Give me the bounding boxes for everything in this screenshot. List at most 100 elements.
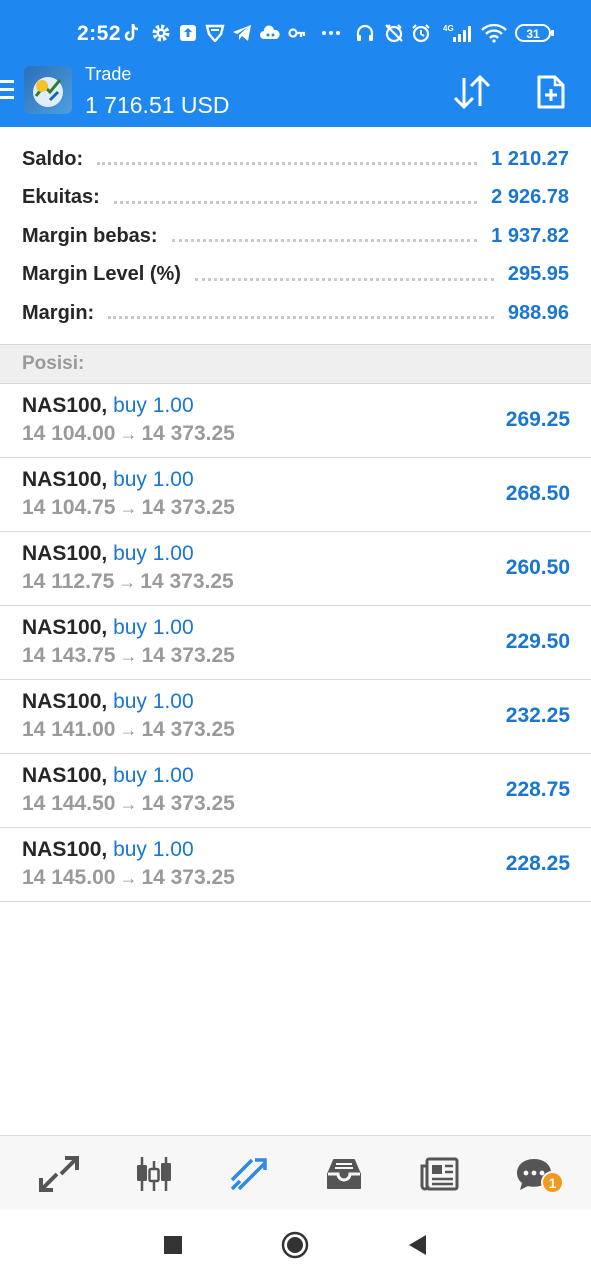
menu-icon[interactable] bbox=[0, 80, 14, 102]
summary-label: Saldo: bbox=[22, 147, 84, 170]
tab-trade[interactable] bbox=[200, 1136, 298, 1211]
page-title: Trade bbox=[85, 64, 132, 84]
summary-row-margin: Margin: 988.96 bbox=[0, 294, 591, 333]
sort-order-button[interactable] bbox=[450, 72, 494, 112]
tiktok-icon bbox=[122, 20, 142, 46]
position-title: NAS100, buy 1.00 bbox=[22, 542, 194, 566]
position-profit: 268.50 bbox=[505, 482, 570, 505]
current-price: 14 373.25 bbox=[141, 792, 235, 815]
current-price: 14 373.25 bbox=[141, 718, 235, 741]
unread-badge: 1 bbox=[541, 1171, 564, 1194]
circle-home-icon bbox=[281, 1231, 309, 1259]
back-button[interactable] bbox=[400, 1228, 434, 1262]
position-row[interactable]: NAS100, buy 1.00 14 104.75 → 14 373.25 268… bbox=[0, 458, 591, 532]
account-balance: 1 716.51 USD bbox=[85, 92, 230, 118]
position-prices: 14 144.50 → 14 373.25 bbox=[22, 792, 235, 816]
open-price: 14 141.00 bbox=[22, 718, 116, 741]
summary-row-ekuitas: Ekuitas: 2 926.78 bbox=[0, 179, 591, 218]
network-type: 4G bbox=[443, 24, 454, 33]
section-label: Posisi: bbox=[22, 353, 85, 374]
open-price: 14 104.75 bbox=[22, 496, 116, 519]
position-symbol: NAS100, bbox=[22, 764, 108, 787]
position-side: buy 1.00 bbox=[113, 616, 194, 639]
current-price: 14 373.25 bbox=[141, 422, 235, 445]
positions-list: NAS100, buy 1.00 14 104.00 → 14 373.25 269… bbox=[0, 384, 591, 902]
square-recents-icon bbox=[164, 1236, 182, 1254]
right-arrow-icon: → bbox=[119, 424, 138, 444]
open-price: 14 143.75 bbox=[22, 644, 116, 667]
tab-chart[interactable] bbox=[105, 1136, 203, 1211]
position-title: NAS100, buy 1.00 bbox=[22, 690, 194, 714]
summary-label: Margin Level (%) bbox=[22, 263, 181, 286]
summary-value: 1 937.82 bbox=[491, 224, 569, 247]
position-row[interactable]: NAS100, buy 1.00 14 141.00 → 14 373.25 232… bbox=[0, 680, 591, 754]
current-price: 14 373.25 bbox=[141, 644, 235, 667]
summary-value: 988.96 bbox=[507, 301, 569, 324]
position-prices: 14 104.00 → 14 373.25 bbox=[22, 422, 235, 446]
right-arrow-icon: → bbox=[118, 572, 137, 592]
dotted-leader bbox=[171, 238, 478, 243]
tab-messages[interactable]: 1 bbox=[485, 1136, 583, 1211]
right-arrow-icon: → bbox=[119, 720, 138, 740]
position-profit: 232.25 bbox=[505, 704, 570, 727]
tab-history[interactable] bbox=[295, 1136, 393, 1211]
position-row[interactable]: NAS100, buy 1.00 14 112.75 → 14 373.25 260… bbox=[0, 532, 591, 606]
position-title: NAS100, buy 1.00 bbox=[22, 468, 194, 492]
recents-button[interactable] bbox=[156, 1228, 190, 1262]
position-profit: 260.50 bbox=[505, 556, 570, 579]
quotes-arrows-icon bbox=[39, 1155, 79, 1192]
summary-value: 1 210.27 bbox=[491, 147, 569, 170]
dotted-leader bbox=[113, 200, 478, 204]
position-profit: 228.75 bbox=[505, 778, 570, 801]
right-arrow-icon: → bbox=[119, 498, 138, 518]
position-prices: 14 141.00 → 14 373.25 bbox=[22, 718, 235, 742]
home-button[interactable] bbox=[278, 1228, 312, 1262]
summary-row-margin-bebas: Margin bebas: 1 937.82 bbox=[0, 217, 591, 256]
open-price: 14 112.75 bbox=[22, 570, 115, 593]
settings-gear-icon bbox=[150, 20, 172, 46]
sort-arrows-icon bbox=[453, 75, 491, 109]
summary-label: Margin bebas: bbox=[22, 224, 158, 247]
tab-news[interactable] bbox=[390, 1136, 488, 1211]
summary-row-saldo: Saldo: 1 210.27 bbox=[0, 140, 591, 179]
position-symbol: NAS100, bbox=[22, 838, 108, 861]
account-summary: Saldo: 1 210.27 Ekuitas: 2 926.78 Margin… bbox=[0, 140, 591, 333]
triangle-back-icon bbox=[409, 1235, 426, 1255]
dotted-leader bbox=[97, 161, 478, 166]
summary-row-margin-level: Margin Level (%) 295.95 bbox=[0, 256, 591, 295]
dotted-leader bbox=[194, 277, 494, 281]
open-price: 14 104.00 bbox=[22, 422, 116, 445]
position-row[interactable]: NAS100, buy 1.00 14 143.75 → 14 373.25 229… bbox=[0, 606, 591, 680]
status-bar: 2:52 4G 31 bbox=[0, 0, 591, 58]
position-row[interactable]: NAS100, buy 1.00 14 144.50 → 14 373.25 228… bbox=[0, 754, 591, 828]
key-icon bbox=[287, 20, 307, 46]
positions-section-header: Posisi: bbox=[0, 344, 591, 384]
position-side: buy 1.00 bbox=[113, 394, 194, 417]
news-icon bbox=[420, 1157, 459, 1190]
right-arrow-icon: → bbox=[119, 868, 138, 888]
position-symbol: NAS100, bbox=[22, 690, 108, 713]
trade-trend-icon bbox=[230, 1157, 267, 1190]
position-prices: 14 104.75 → 14 373.25 bbox=[22, 496, 235, 520]
more-notifications-icon bbox=[320, 20, 342, 46]
right-arrow-icon: → bbox=[119, 794, 138, 814]
position-title: NAS100, buy 1.00 bbox=[22, 838, 194, 862]
system-nav-bar bbox=[0, 1210, 591, 1280]
right-arrow-icon: → bbox=[119, 646, 138, 666]
position-row[interactable]: NAS100, buy 1.00 14 145.00 → 14 373.25 228… bbox=[0, 828, 591, 902]
shield-vpn-icon bbox=[204, 20, 226, 46]
position-row[interactable]: NAS100, buy 1.00 14 104.00 → 14 373.25 269… bbox=[0, 384, 591, 458]
telegram-icon bbox=[231, 20, 253, 46]
summary-value: 2 926.78 bbox=[491, 186, 569, 209]
position-prices: 14 143.75 → 14 373.25 bbox=[22, 644, 235, 668]
app-bar: Trade 1 716.51 USD bbox=[0, 58, 591, 127]
current-price: 14 373.25 bbox=[140, 570, 234, 593]
battery-level: 31 bbox=[526, 27, 540, 41]
battery-icon: 31 bbox=[515, 20, 555, 46]
summary-value: 295.95 bbox=[507, 263, 569, 286]
new-order-button[interactable] bbox=[529, 72, 573, 112]
tab-quotes[interactable] bbox=[10, 1136, 108, 1211]
bottom-tab-bar: 1 bbox=[0, 1135, 591, 1210]
status-time: 2:52 bbox=[77, 22, 122, 45]
position-side: buy 1.00 bbox=[113, 542, 194, 565]
